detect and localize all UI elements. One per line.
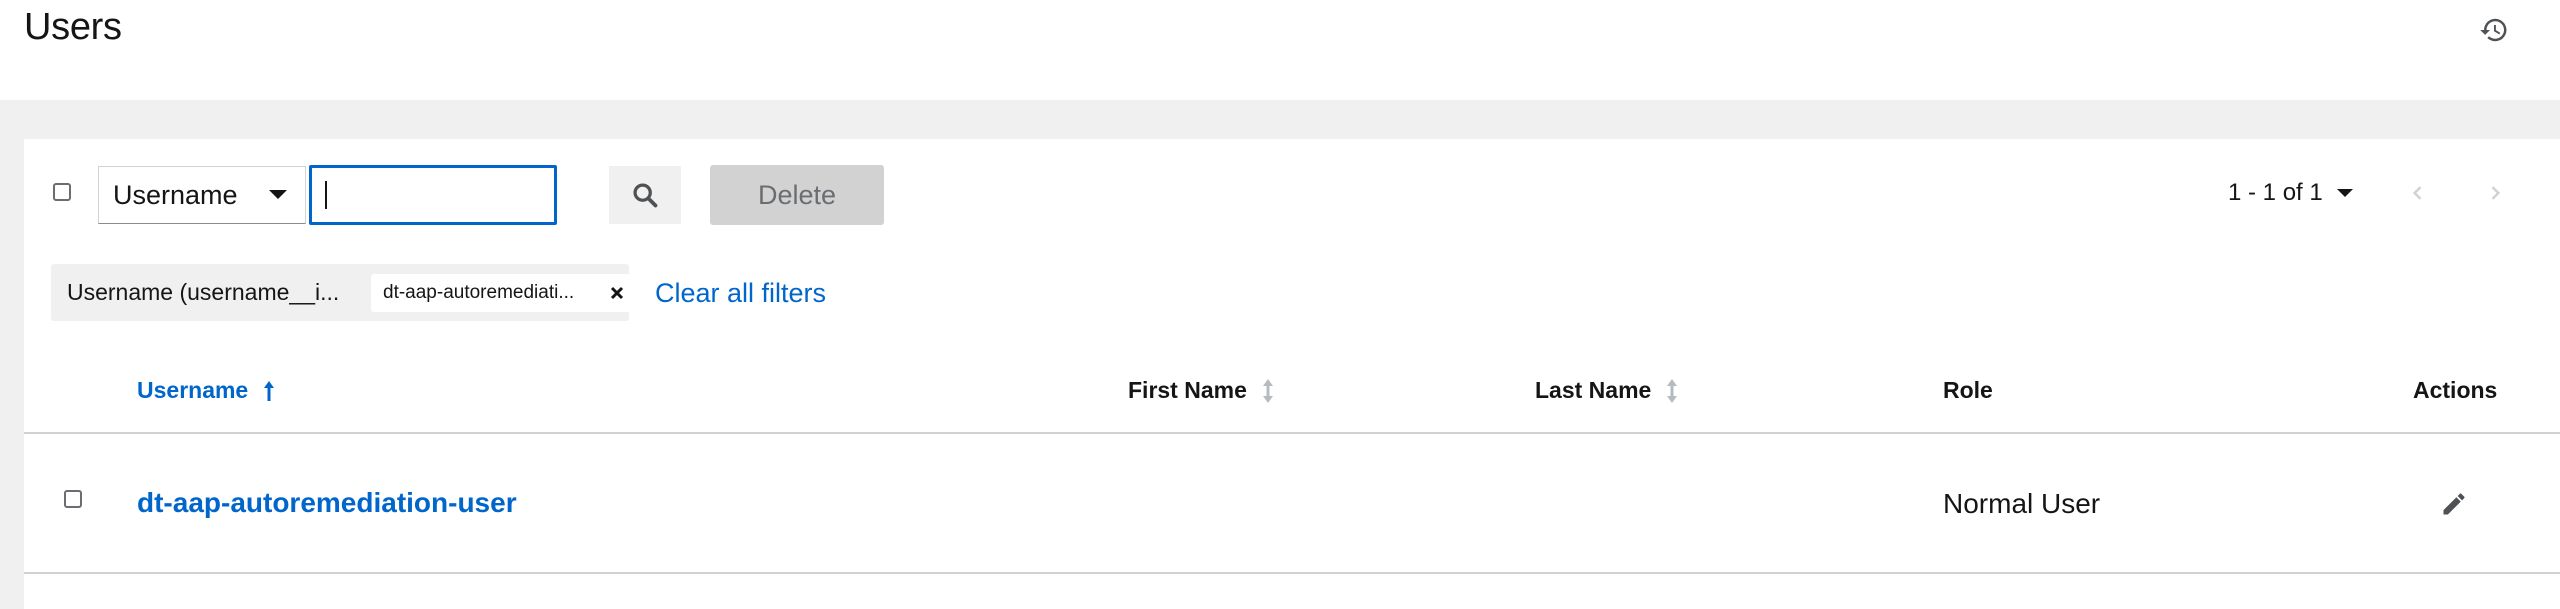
history-button[interactable] <box>2474 10 2514 50</box>
page-header: Users <box>0 0 2560 100</box>
search-button[interactable] <box>609 166 681 224</box>
sort-icon <box>1262 378 1273 403</box>
chip-group-category: Username (username__i... <box>67 279 340 305</box>
text-cursor <box>325 181 327 209</box>
search-icon <box>633 183 658 208</box>
sort-ascending-icon <box>264 380 275 401</box>
pagination-toggle[interactable]: 1 - 1 of 1 <box>2228 179 2353 207</box>
table-header-divider <box>24 432 2560 434</box>
delete-button[interactable]: Delete <box>710 165 884 225</box>
column-header-label: Last Name <box>1535 377 1652 403</box>
column-header-label: Username <box>137 377 249 403</box>
select-all-checkbox[interactable] <box>53 183 71 201</box>
search-input[interactable] <box>309 165 557 225</box>
pagination-range-label: 1 - 1 of 1 <box>2228 179 2323 206</box>
filter-chip-label: dt-aap-autoremediati... <box>383 282 575 303</box>
username-link[interactable]: dt-aap-autoremediation-user <box>137 487 517 519</box>
column-header-last-name[interactable]: Last Name <box>1535 377 1679 404</box>
sort-icon <box>1667 378 1678 403</box>
column-header-label: First Name <box>1128 377 1247 403</box>
chevron-right-icon <box>2491 186 2501 200</box>
role-cell: Normal User <box>1943 488 2101 519</box>
chevron-left-icon <box>2412 186 2422 200</box>
history-icon <box>2480 18 2507 42</box>
caret-down-icon <box>2336 189 2353 197</box>
clear-all-filters-link[interactable]: Clear all filters <box>655 278 826 309</box>
edit-user-button[interactable] <box>2434 484 2474 524</box>
column-header-label: Actions <box>2413 377 2498 403</box>
remove-filter-button[interactable] <box>606 282 628 304</box>
page-title: Users <box>24 6 122 48</box>
users-list-card: Username Delete 1 - 1 of 1 Username (use… <box>24 139 2560 609</box>
caret-down-icon <box>269 190 287 199</box>
column-header-role: Role <box>1943 377 1993 404</box>
column-header-label: Role <box>1943 377 1993 403</box>
pencil-icon <box>2443 493 2465 515</box>
column-header-actions: Actions <box>2413 377 2497 404</box>
table-row-divider <box>24 572 2560 574</box>
filter-type-label: Username <box>113 179 238 210</box>
column-header-first-name[interactable]: First Name <box>1128 377 1275 404</box>
column-header-username[interactable]: Username <box>137 377 276 404</box>
filter-chip: dt-aap-autoremediati... <box>371 274 642 312</box>
filter-type-select[interactable]: Username <box>98 166 306 224</box>
row-select-checkbox[interactable] <box>64 490 82 508</box>
previous-page-button[interactable] <box>2400 175 2436 211</box>
next-page-button[interactable] <box>2477 175 2513 211</box>
close-icon <box>610 286 624 300</box>
filter-chip-group: Username (username__i... dt-aap-autoreme… <box>51 264 642 321</box>
